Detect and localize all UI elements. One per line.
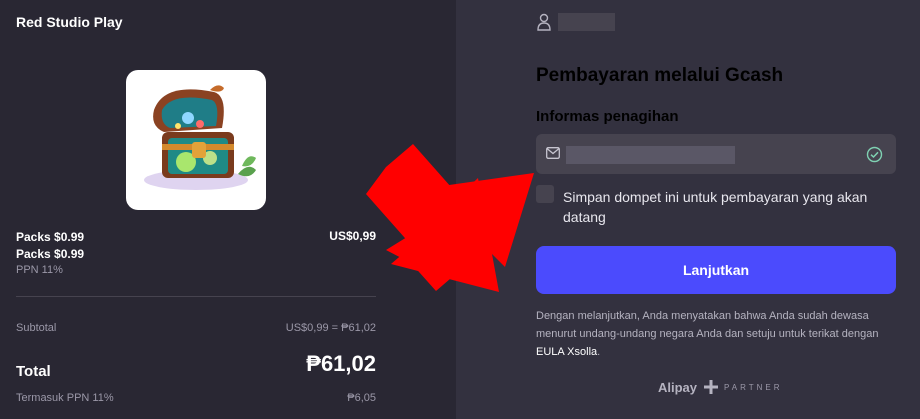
save-wallet-checkbox[interactable] [536, 185, 554, 203]
save-wallet-label[interactable]: Simpan dompet ini untuk pembayaran yang … [563, 187, 903, 227]
total-value: ₱61,02 [306, 351, 376, 376]
subtotal-value: US$0,99 = ₱61,02 [285, 322, 376, 334]
legal-text-end: . [597, 346, 601, 358]
partner-label: PARTNER [724, 383, 783, 392]
item-name: Packs $0.99 [16, 230, 85, 244]
legal-text-block: Dengan melanjutkan, Anda menyatakan bahw… [536, 307, 896, 361]
item-subtitle: Packs $0.99 [16, 247, 85, 261]
alipay-logo: Alipay [658, 380, 698, 395]
product-image [126, 70, 266, 210]
user-name-redacted [558, 13, 615, 31]
eula-link[interactable]: EULA Xsolla [536, 346, 597, 358]
item-price: US$0,99 [329, 229, 376, 243]
legal-text: Dengan melanjutkan, Anda menyatakan bahw… [536, 310, 879, 340]
merchant-name: Red Studio Play [16, 14, 123, 30]
valid-check-icon [866, 146, 883, 163]
total-label: Total [16, 363, 51, 380]
subtotal-label: Subtotal [16, 322, 57, 334]
payment-title: Pembayaran melalui Gcash [536, 65, 784, 86]
continue-button[interactable]: Lanjutkan [536, 246, 896, 294]
user-icon[interactable] [537, 13, 551, 31]
vat-label: Termasuk PPN 11% [16, 392, 114, 404]
continue-button-label: Lanjutkan [682, 262, 750, 278]
order-summary-panel: Red Studio Play Packs $0.99 US$0,99 Pack… [0, 0, 456, 419]
vat-value: ₱6,05 [347, 392, 376, 404]
treasure-chest-icon [144, 85, 256, 190]
email-value-redacted [566, 146, 735, 164]
divider [16, 296, 376, 297]
alipay-plus-icon [704, 380, 718, 394]
item-vat: PPN 11% [16, 264, 63, 276]
billing-info-title: Informas penagihan [536, 108, 679, 125]
mail-icon [546, 147, 560, 159]
